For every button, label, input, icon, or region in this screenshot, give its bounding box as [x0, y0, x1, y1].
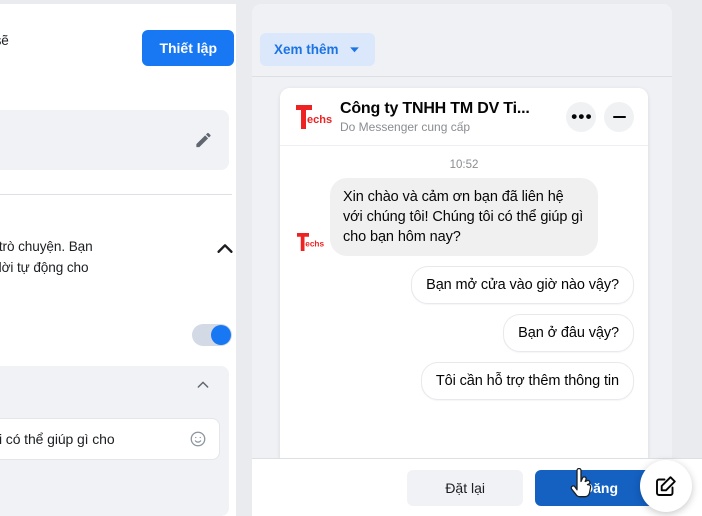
minus-glyph [612, 115, 626, 118]
autoreply-row: ắt đầu cuộc trò chuyện. Bạn chỉnh tin tr… [0, 236, 236, 278]
see-more-label: Xem thêm [274, 42, 339, 57]
setup-row: chat, chúng tôi sẽ ình. Thiết lập [0, 30, 234, 72]
greeting-field-box[interactable] [0, 110, 229, 170]
minimize-icon[interactable] [604, 101, 634, 132]
message-row: Bạn mở cửa vào giờ nào vậy? [294, 266, 634, 304]
chat-widget: echsr Công ty TNHH TM DV Ti... Do Messen… [280, 88, 648, 468]
setup-button[interactable]: Thiết lập [142, 30, 234, 66]
chat-title-group: Công ty TNHH TM DV Ti... Do Messenger cu… [340, 99, 558, 135]
dots-glyph: ••• [571, 106, 593, 126]
chat-messages: 10:52 echsr Xin chào và cảm ơn bạn đã li… [280, 146, 648, 468]
chevron-down-icon [349, 47, 359, 53]
message-timestamp: 10:52 [449, 159, 479, 171]
action-bar: Đặt lại Đăng [252, 458, 702, 516]
message-row: Tôi cần hỗ trợ thêm thông tin [294, 362, 634, 400]
messenger-preview-panel: Xem thêm echsr Công ty TNHH TM DV Ti... … [252, 4, 672, 516]
more-options-icon[interactable]: ••• [566, 101, 596, 132]
see-more-button[interactable]: Xem thêm [260, 33, 375, 66]
message-row: Bạn ở đâu vậy? [294, 314, 634, 352]
setup-description: chat, chúng tôi sẽ ình. [0, 33, 9, 48]
svg-text:echsr: echsr [305, 240, 324, 249]
techsr-logo: echsr [297, 233, 324, 251]
chevron-up-icon[interactable] [195, 377, 211, 393]
chat-title: Công ty TNHH TM DV Ti... [340, 99, 530, 117]
message-bubble-outgoing: Bạn ở đâu vậy? [503, 314, 634, 352]
settings-panel: chat, chúng tôi sẽ ình. Thiết lập ắt đầu… [0, 4, 236, 516]
autoreply-toggle[interactable] [192, 324, 232, 346]
message-bubble-outgoing: Bạn mở cửa vào giờ nào vậy? [411, 266, 634, 304]
message-input-value: húng tôi có thể giúp gì cho [0, 431, 115, 447]
message-bubble-incoming: Xin chào và cảm ơn bạn đã liên hệ với ch… [330, 178, 598, 256]
section-divider [0, 194, 232, 195]
autoreply-description: ắt đầu cuộc trò chuyện. Bạn chỉnh tin tr… [0, 239, 93, 275]
reset-button[interactable]: Đặt lại [407, 469, 523, 506]
compose-edit-icon[interactable] [640, 460, 692, 512]
screen-root: chat, chúng tôi sẽ ình. Thiết lập ắt đầu… [0, 0, 702, 516]
preview-topbar: Xem thêm [252, 4, 672, 77]
svg-text:echsr: echsr [307, 114, 332, 126]
smiley-icon[interactable] [189, 430, 207, 448]
message-row: echsr Xin chào và cảm ơn bạn đã liên hệ … [294, 178, 634, 256]
chat-header: echsr Công ty TNHH TM DV Ti... Do Messen… [280, 88, 648, 146]
message-bubble-outgoing: Tôi cần hỗ trợ thêm thông tin [420, 362, 634, 400]
message-input[interactable]: húng tôi có thể giúp gì cho [0, 418, 220, 460]
compose-glyph [656, 476, 676, 496]
chat-subtitle: Do Messenger cung cấp [340, 119, 471, 134]
techsr-logo: echsr [296, 104, 332, 129]
chevron-up-icon[interactable] [214, 238, 236, 260]
pencil-icon[interactable] [194, 131, 213, 150]
